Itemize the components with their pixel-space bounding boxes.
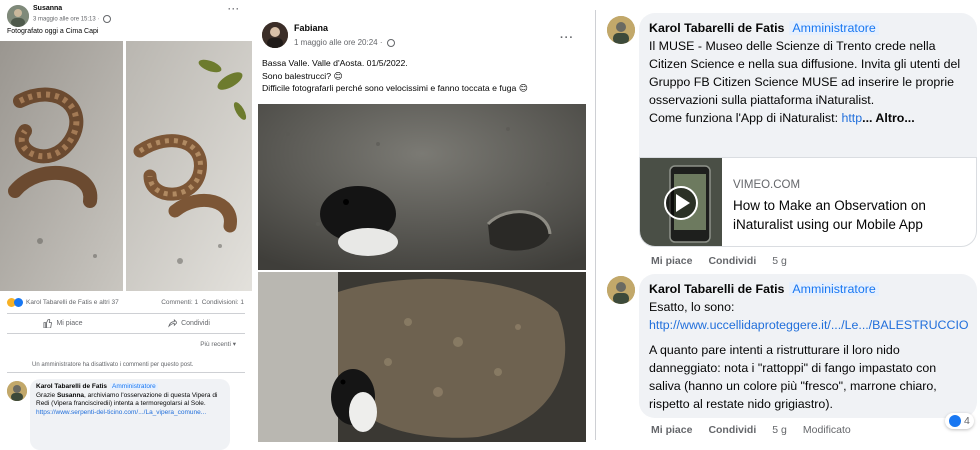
divider xyxy=(595,10,596,440)
reactions-summary[interactable]: Karol Tabarelli de Fatis e altri 37 xyxy=(7,298,119,307)
like-reaction-icon xyxy=(949,415,961,427)
more-options-icon[interactable]: ··· xyxy=(228,4,240,14)
reactions-text: Karol Tabarelli de Fatis e altri 37 xyxy=(26,299,119,306)
comment-text: Il MUSE - Museo delle Scienze di Trento … xyxy=(649,39,961,107)
post-text: Bassa Valle. Valle d'Aosta. 01/5/2022. S… xyxy=(262,58,528,93)
comment-link[interactable]: http://www.uccellidaproteggere.it/.../Le… xyxy=(649,318,969,332)
comment-link[interactable]: http xyxy=(841,111,862,125)
comment-actions: Mi piace Condividi 5 g xyxy=(651,255,787,267)
share-icon xyxy=(168,319,178,328)
divider xyxy=(7,313,245,314)
like-button[interactable]: Mi piace xyxy=(0,319,126,328)
comment-bubble: Karol Tabarelli de Fatis Amministratore G… xyxy=(30,379,230,450)
admin-badge: Amministratore xyxy=(110,383,158,390)
link-preview-card[interactable]: VIMEO.COM How to Make an Observation on … xyxy=(639,157,977,247)
comments-disabled-note: Un amministratore ha disattivato i comme… xyxy=(32,362,194,368)
comment-like-button[interactable]: Mi piace xyxy=(651,255,692,267)
post-fabiana: Fabiana 1 maggio alle ore 20:24 · ··· Ba… xyxy=(252,0,595,450)
globe-icon xyxy=(386,38,395,47)
mention-link[interactable]: Susanna xyxy=(57,392,84,399)
avatar[interactable] xyxy=(607,16,635,44)
comment-text: Grazie Susanna, archiviamo l'osservazion… xyxy=(36,391,218,408)
avatar[interactable] xyxy=(7,5,29,27)
comment-author[interactable]: Karol Tabarelli de Fatis xyxy=(649,282,784,296)
post-author[interactable]: Susanna xyxy=(33,5,62,12)
post-date[interactable]: 1 maggio alle ore 20:24 · xyxy=(294,38,395,47)
divider xyxy=(7,372,245,373)
admin-badge: Amministratore xyxy=(789,21,879,35)
avatar[interactable] xyxy=(7,381,27,401)
edited-label: Modificato xyxy=(802,424,851,436)
sort-comments-dropdown[interactable]: Più recenti ▾ xyxy=(200,340,236,348)
comment-actions: Mi piace Condividi 5 g Modificato xyxy=(651,424,851,436)
admin-badge: Amministratore xyxy=(789,282,879,296)
comment-link[interactable]: https://www.serpenti-del-ticino.com/.../… xyxy=(36,409,206,416)
comment-share-button[interactable]: Condividi xyxy=(708,424,756,436)
share-button[interactable]: Condividi xyxy=(126,319,252,328)
post-photo[interactable] xyxy=(258,272,586,442)
comment-text-2: A quanto pare intenti a ristrutturare il… xyxy=(649,343,937,411)
post-photo[interactable] xyxy=(258,104,586,270)
reaction-count-badge[interactable]: 4 xyxy=(945,413,974,429)
post-photos[interactable] xyxy=(0,41,252,291)
video-thumbnail xyxy=(640,158,722,246)
globe-icon xyxy=(103,15,112,23)
comment-text: Esatto, lo sono: xyxy=(649,300,735,314)
post-date[interactable]: 3 maggio alle ore 15:13 · xyxy=(33,15,112,23)
like-reaction-icon xyxy=(14,298,23,307)
comment-like-button[interactable]: Mi piace xyxy=(651,424,692,436)
comments-shares-count[interactable]: Commenti: 1 Condivisioni: 1 xyxy=(161,299,244,306)
link-domain: VIMEO.COM xyxy=(733,179,801,191)
comment-timestamp[interactable]: 5 g xyxy=(772,255,787,267)
chevron-down-icon: ▾ xyxy=(232,341,236,348)
comments-count[interactable]: Commenti: 1 xyxy=(161,299,198,306)
shares-count[interactable]: Condivisioni: 1 xyxy=(202,299,244,306)
comment-author[interactable]: Karol Tabarelli de Fatis xyxy=(649,21,784,35)
post-actions: Mi piace Condividi xyxy=(0,319,252,328)
divider xyxy=(7,333,245,334)
comment-share-button[interactable]: Condividi xyxy=(708,255,756,267)
post-author[interactable]: Fabiana xyxy=(294,23,328,33)
avatar[interactable] xyxy=(607,276,635,304)
comment-author[interactable]: Karol Tabarelli de Fatis xyxy=(36,383,107,390)
post-susanna: Susanna 3 maggio alle ore 15:13 · ··· Fo… xyxy=(0,0,252,450)
see-more-link[interactable]: ... Altro... xyxy=(862,111,915,125)
comment-bubble: Karol Tabarelli de Fatis Amministratore I… xyxy=(639,13,977,157)
post-text: Fotografato oggi a Cima Capi xyxy=(7,28,99,35)
link-title[interactable]: How to Make an Observation on iNaturalis… xyxy=(733,196,971,234)
avatar[interactable] xyxy=(262,22,288,48)
comment-timestamp[interactable]: 5 g xyxy=(772,424,787,436)
more-options-icon[interactable]: ··· xyxy=(560,32,574,44)
thumbs-up-icon xyxy=(43,319,53,328)
comments-panel: Karol Tabarelli de Fatis Amministratore I… xyxy=(595,0,980,450)
comment-text-2: Come funziona l'App di iNaturalist: http… xyxy=(649,111,915,125)
comment-bubble: Karol Tabarelli de Fatis Amministratore E… xyxy=(639,274,977,418)
